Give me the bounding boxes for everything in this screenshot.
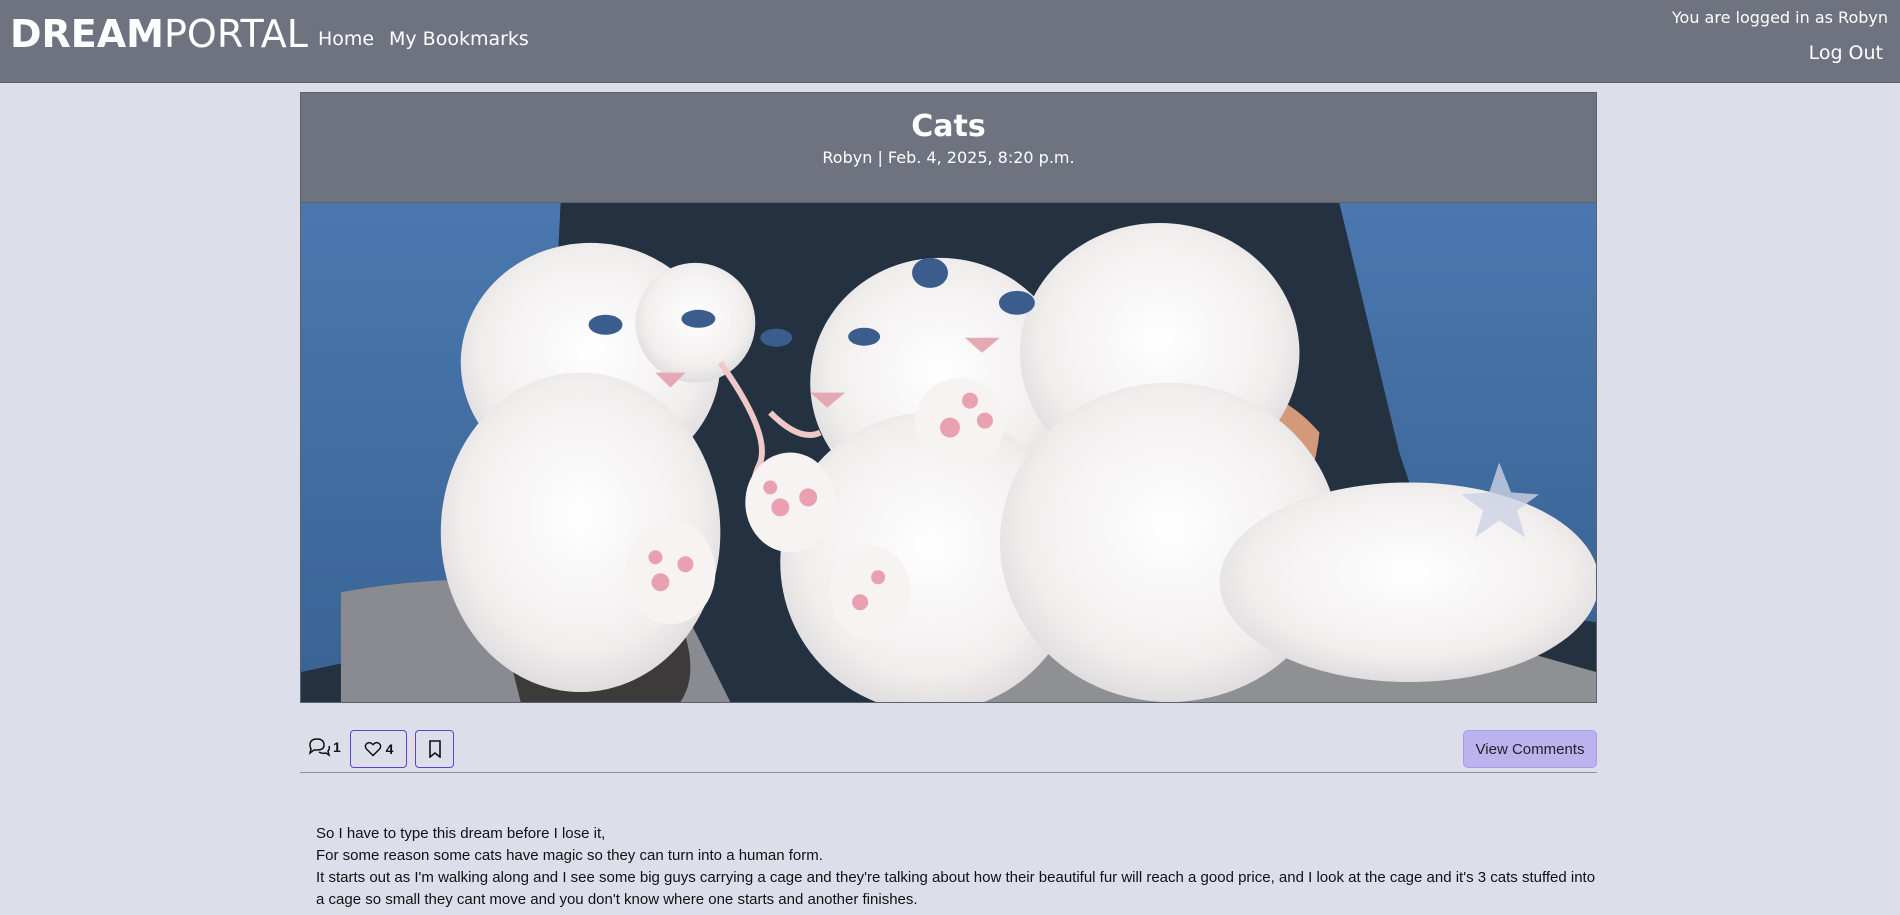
brand-logo[interactable]: DREAMPORTAL [10, 12, 308, 56]
bookmark-button[interactable] [415, 730, 454, 768]
post-body-line: So I have to type this dream before I lo… [316, 825, 606, 842]
bookmark-icon [428, 740, 441, 758]
post-body-line: It starts out as I'm walking along and I… [316, 869, 1596, 908]
post-image [300, 203, 1597, 703]
logout-link[interactable]: Log Out [1809, 42, 1883, 64]
brand-logo-bold: DREAM [10, 12, 164, 56]
post-meta: Robyn | Feb. 4, 2025, 8:20 p.m. [822, 148, 1075, 167]
post-header: Cats Robyn | Feb. 4, 2025, 8:20 p.m. [300, 92, 1597, 203]
post-card: Cats Robyn | Feb. 4, 2025, 8:20 p.m. 1 4… [300, 92, 1597, 773]
comment-count-value: 1 [333, 739, 341, 755]
post-body-line: For some reason some cats have magic so … [316, 847, 823, 864]
top-navbar: DREAMPORTAL Home My Bookmarks You are lo… [0, 0, 1900, 83]
like-count: 4 [385, 741, 394, 757]
brand-logo-light: PORTAL [164, 12, 308, 56]
heart-icon [364, 741, 381, 757]
logged-in-status: You are logged in as Robyn [1671, 8, 1888, 27]
comment-icon [308, 738, 331, 757]
comment-count: 1 [307, 737, 341, 757]
view-comments-button[interactable]: View Comments [1463, 730, 1597, 768]
post-action-bar: 1 4 View Comments [300, 703, 1597, 773]
nav-link-home[interactable]: Home [318, 28, 374, 50]
like-button[interactable]: 4 [350, 730, 407, 768]
post-body: So I have to type this dream before I lo… [316, 823, 1596, 911]
nav-link-my-bookmarks[interactable]: My Bookmarks [389, 28, 529, 50]
post-title: Cats [911, 109, 986, 144]
